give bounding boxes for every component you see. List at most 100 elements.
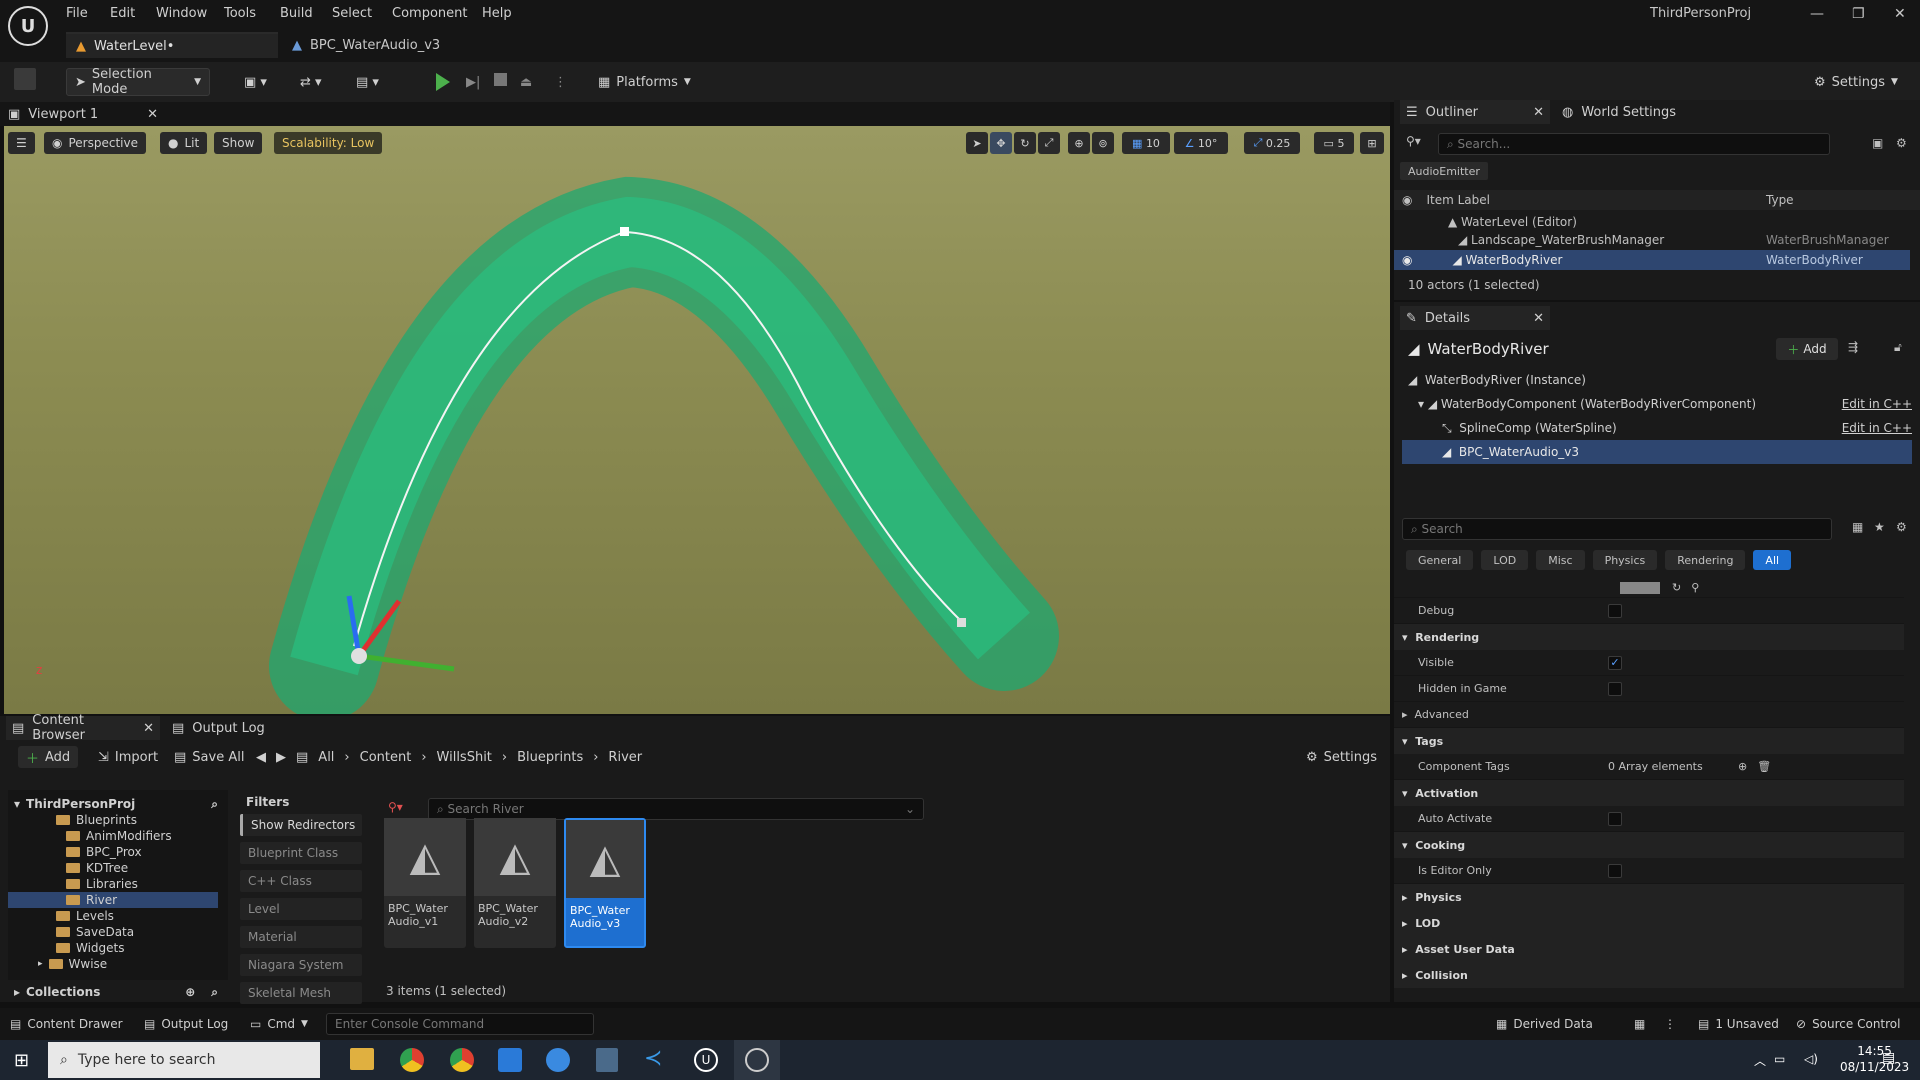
refresh-icon[interactable]: ↻ bbox=[1672, 581, 1681, 594]
cinematics-icon[interactable]: ▤ ▾ bbox=[356, 68, 379, 96]
scale-snap-toggle[interactable]: ⤢ 0.25 bbox=[1244, 132, 1300, 154]
filter-icon[interactable]: ⚲▾ bbox=[1406, 134, 1421, 148]
stop-icon[interactable] bbox=[494, 73, 507, 86]
unreal-logo-icon[interactable]: U bbox=[8, 6, 48, 46]
app-icon[interactable] bbox=[498, 1048, 522, 1072]
camera-speed-button[interactable]: ▭ 5 bbox=[1314, 132, 1354, 154]
outliner-row[interactable]: ▲ WaterLevel (Editor) bbox=[1394, 212, 1920, 232]
gear-icon[interactable]: ⚙ bbox=[1896, 520, 1907, 534]
eye-icon[interactable]: ◉ bbox=[1402, 193, 1412, 207]
chrome-icon[interactable] bbox=[450, 1048, 474, 1072]
lock-icon[interactable]: 🔓︎ bbox=[1894, 340, 1902, 355]
col-type[interactable]: Type bbox=[1766, 193, 1794, 207]
tree-folder[interactable]: SaveData bbox=[8, 924, 228, 940]
volume-icon[interactable]: ◁) bbox=[1804, 1052, 1818, 1066]
menu-window[interactable]: Window bbox=[156, 6, 207, 21]
tree-folder[interactable]: Levels bbox=[8, 908, 228, 924]
tab-outliner[interactable]: ☰ Outliner ✕ bbox=[1400, 100, 1550, 124]
filter-dropdown-icon[interactable]: ⚲▾ bbox=[388, 800, 403, 814]
close-icon[interactable]: ✕ bbox=[147, 107, 158, 122]
tree-folder[interactable]: Libraries bbox=[8, 876, 228, 892]
settings-dropdown[interactable]: ⚙ Settings ▼ bbox=[1814, 68, 1898, 96]
filter-cpp-class[interactable]: C++ Class bbox=[240, 870, 362, 892]
source-control-button[interactable]: ⊘ Source Control bbox=[1796, 1010, 1900, 1038]
collections-header[interactable]: ▸ Collections ⊕ ⌕ bbox=[8, 984, 228, 1000]
add-element-icon[interactable]: ⊕ bbox=[1738, 760, 1747, 773]
windows-start-icon[interactable]: ⊞ bbox=[14, 1050, 29, 1071]
surface-snap-icon[interactable]: ⊚ bbox=[1092, 132, 1114, 154]
asset-tile[interactable]: ◭ BPC_Water Audio_v1 bbox=[384, 818, 466, 948]
tab-waterlevel[interactable]: ▲ WaterLevel• bbox=[66, 32, 278, 58]
eye-icon[interactable]: ◉ bbox=[1402, 253, 1412, 267]
menu-tools[interactable]: Tools bbox=[224, 6, 256, 21]
menu-select[interactable]: Select bbox=[332, 6, 372, 21]
add-folder-icon[interactable]: ▣ bbox=[1872, 136, 1883, 150]
notification-icon[interactable]: ▤ bbox=[1882, 1050, 1895, 1066]
taskbar-active-app[interactable] bbox=[734, 1040, 780, 1080]
section-asset-user-data[interactable]: ▸ Asset User Data bbox=[1394, 936, 1904, 962]
asset-tile-selected[interactable]: ◭ BPC_Water Audio_v3 bbox=[564, 818, 646, 948]
table-view-icon[interactable]: ▦ bbox=[1852, 520, 1863, 534]
gizmo-center[interactable] bbox=[351, 648, 367, 664]
section-activation[interactable]: ▾ Activation bbox=[1394, 780, 1904, 806]
editor-only-checkbox[interactable] bbox=[1608, 863, 1622, 878]
minimize-icon[interactable]: — bbox=[1810, 6, 1824, 22]
category-physics[interactable]: Physics bbox=[1592, 550, 1658, 570]
step-icon[interactable]: ▶| bbox=[466, 68, 480, 96]
restore-icon[interactable]: ❐ bbox=[1852, 6, 1865, 22]
breadcrumb-item[interactable]: Content bbox=[360, 750, 412, 765]
maximize-viewport-icon[interactable]: ⊞ bbox=[1360, 132, 1384, 154]
filter-level[interactable]: Level bbox=[240, 898, 362, 920]
category-lod[interactable]: LOD bbox=[1481, 550, 1529, 570]
menu-build[interactable]: Build bbox=[280, 6, 313, 21]
trash-icon[interactable]: 🗑︎ bbox=[1757, 760, 1771, 773]
component-row[interactable]: ◢ WaterBodyRiver (Instance) bbox=[1402, 368, 1912, 392]
back-icon[interactable]: ◀ bbox=[256, 750, 266, 765]
section-collision[interactable]: ▸ Collision bbox=[1394, 962, 1904, 988]
category-misc[interactable]: Misc bbox=[1536, 550, 1585, 570]
details-search-input[interactable]: ⌕ Search bbox=[1402, 518, 1832, 540]
category-general[interactable]: General bbox=[1406, 550, 1474, 570]
filter-skeletal-mesh[interactable]: Skeletal Mesh bbox=[240, 982, 362, 1004]
close-icon[interactable]: ✕ bbox=[143, 721, 154, 736]
show-button[interactable]: Show bbox=[214, 132, 263, 154]
clock[interactable]: 14:55 08/11/2023 bbox=[1840, 1043, 1909, 1075]
add-actor-icon[interactable]: ▣ ▾ bbox=[244, 68, 267, 96]
outliner-search-input[interactable]: ⌕ Search... bbox=[1438, 133, 1830, 155]
close-icon[interactable]: ✕ bbox=[1894, 6, 1906, 22]
output-log-button[interactable]: ▤ Output Log bbox=[144, 1010, 228, 1038]
search-icon[interactable]: ⌕ bbox=[211, 797, 218, 812]
unreal-taskbar-icon[interactable]: U bbox=[694, 1048, 718, 1072]
rotate-tool-icon[interactable]: ↻ bbox=[1014, 132, 1036, 154]
filter-blueprint-class[interactable]: Blueprint Class bbox=[240, 842, 362, 864]
content-drawer-button[interactable]: ▤ Content Drawer bbox=[10, 1010, 123, 1038]
section-tags[interactable]: ▾ Tags bbox=[1394, 728, 1904, 754]
breadcrumb-item[interactable]: WillsShit bbox=[437, 750, 492, 765]
world-space-icon[interactable]: ⊕ bbox=[1068, 132, 1090, 154]
eject-icon[interactable]: ⏏ bbox=[520, 68, 532, 96]
edit-in-cpp-link[interactable]: Edit in C++ bbox=[1842, 421, 1912, 435]
platforms-dropdown[interactable]: ▦ Platforms ▼ bbox=[598, 68, 691, 96]
asset-search-input[interactable]: ⌕ Search River ⌄ bbox=[428, 798, 924, 820]
visible-checkbox[interactable]: ✓ bbox=[1608, 655, 1622, 670]
spline-point[interactable] bbox=[957, 618, 966, 627]
tree-folder[interactable]: AnimModifiers bbox=[8, 828, 228, 844]
perspective-button[interactable]: ◉ Perspective bbox=[44, 132, 146, 154]
menu-edit[interactable]: Edit bbox=[110, 6, 135, 21]
tree-folder-selected[interactable]: River bbox=[8, 892, 218, 908]
tab-output-log[interactable]: ▤ Output Log bbox=[172, 716, 265, 740]
vscode-icon[interactable]: ≺ bbox=[644, 1046, 662, 1071]
trace-icon[interactable]: ▦ bbox=[1634, 1010, 1645, 1038]
menu-component[interactable]: Component bbox=[392, 6, 467, 21]
debug-checkbox[interactable] bbox=[1608, 603, 1622, 618]
tab-bpc-wateraudio[interactable]: ▲ BPC_WaterAudio_v3 bbox=[282, 32, 450, 58]
prop-advanced[interactable]: ▸ Advanced bbox=[1394, 702, 1904, 728]
outliner-row-selected[interactable]: ◉ ◢ WaterBodyRiver WaterBodyRiver bbox=[1394, 250, 1910, 270]
search-icon[interactable]: ⌕ bbox=[211, 985, 218, 1000]
section-cooking[interactable]: ▾ Cooking bbox=[1394, 832, 1904, 858]
add-button[interactable]: ＋ Add bbox=[18, 746, 79, 768]
save-icon[interactable] bbox=[14, 68, 36, 90]
grid-snap-toggle[interactable]: ▦ 10 bbox=[1122, 132, 1170, 154]
col-item-label[interactable]: Item Label bbox=[1426, 193, 1490, 207]
more-options-icon[interactable]: ⋮ bbox=[554, 68, 567, 96]
